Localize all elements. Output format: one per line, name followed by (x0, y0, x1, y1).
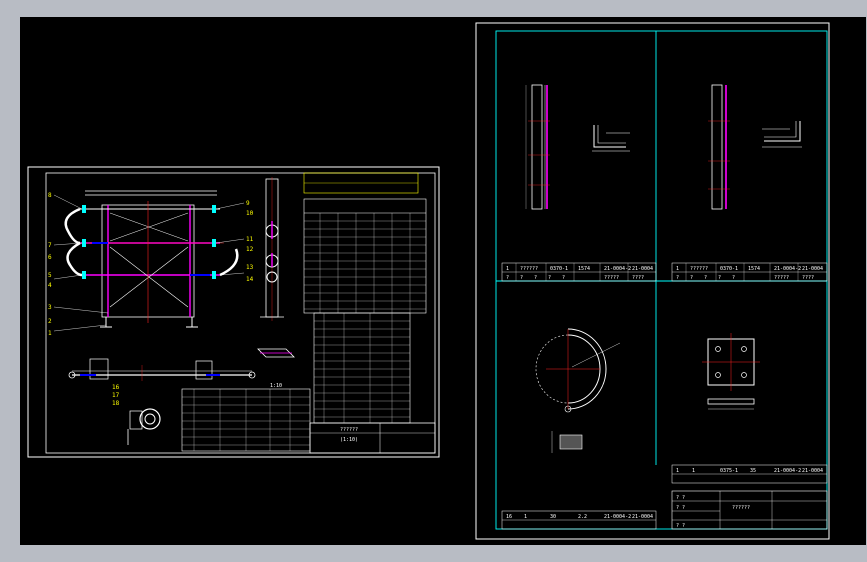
svg-text:21-0004: 21-0004 (632, 266, 653, 272)
svg-text:21-0004-2: 21-0004-2 (604, 266, 631, 272)
right-title-block: 1 1 0375-1 35 21-0004-2 21-0004 ?????? ?… (501, 464, 828, 530)
svg-text:????: ???? (632, 275, 644, 281)
svg-text:10: 10 (246, 210, 254, 217)
svg-text:21-0004: 21-0004 (802, 266, 823, 272)
svg-text:? ?: ? ? (676, 505, 685, 511)
svg-text:0370-1: 0370-1 (550, 266, 568, 272)
svg-text:21-0004-2: 21-0004-2 (604, 514, 631, 520)
svg-text:1: 1 (692, 468, 695, 474)
cad-viewport[interactable]: 8 7 6 5 4 3 2 1 9 10 11 12 13 14 16 17 1… (20, 17, 866, 545)
svg-text:?: ? (718, 275, 721, 281)
svg-text:1: 1 (676, 468, 679, 474)
svg-text:1: 1 (524, 514, 527, 520)
drawing-canvas: 8 7 6 5 4 3 2 1 9 10 11 12 13 14 16 17 1… (27, 22, 830, 540)
svg-text:14: 14 (246, 276, 254, 283)
svg-text:??????: ?????? (520, 266, 538, 272)
part-u-bend (535, 328, 621, 453)
svg-text:????: ???? (802, 275, 814, 281)
svg-text:1: 1 (48, 330, 52, 337)
svg-text:? ?: ? ? (676, 495, 685, 501)
svg-text:? ?: ? ? (676, 523, 685, 529)
part-column-left (525, 84, 630, 210)
svg-text:18: 18 (112, 400, 120, 407)
part-column-right (708, 84, 802, 210)
svg-text:16: 16 (112, 384, 120, 391)
technical-spec-table (303, 172, 427, 314)
svg-text:?: ? (506, 275, 509, 281)
svg-text:?: ? (548, 275, 551, 281)
left-sheet: 8 7 6 5 4 3 2 1 9 10 11 12 13 14 16 17 1… (27, 166, 440, 458)
svg-text:1574: 1574 (748, 266, 760, 272)
svg-text:2: 2 (48, 318, 52, 325)
svg-text:8: 8 (48, 192, 52, 199)
svg-text:5: 5 (48, 272, 52, 279)
svg-text:??????: ?????? (690, 266, 708, 272)
svg-text:30: 30 (550, 514, 556, 520)
svg-text:?: ? (732, 275, 735, 281)
svg-text:21-0004: 21-0004 (802, 468, 823, 474)
left-sheet-outer-frame (27, 166, 440, 458)
svg-text:4: 4 (48, 282, 52, 289)
upper-part-title-rows: 1 ?????? 0370-1 1574 21-0004-2 21-0004 1… (501, 262, 828, 282)
svg-text:9: 9 (246, 200, 250, 207)
svg-text:2.2: 2.2 (578, 514, 587, 520)
svg-text:12: 12 (246, 246, 254, 253)
assembly-leader-numbers: 8 7 6 5 4 3 2 1 9 10 11 12 13 14 (48, 192, 254, 337)
svg-text:35: 35 (750, 468, 756, 474)
svg-text:0370-1: 0370-1 (720, 266, 738, 272)
assembly-front-view (53, 190, 245, 332)
svg-text:?????: ????? (774, 275, 789, 281)
svg-text:?: ? (690, 275, 693, 281)
assembly-plan-view (68, 358, 256, 381)
svg-text:6: 6 (48, 254, 52, 261)
svg-text:13: 13 (246, 264, 254, 271)
right-title-drawing-name: ?????? (732, 505, 750, 511)
svg-text:11: 11 (246, 236, 254, 243)
svg-text:1: 1 (676, 266, 679, 272)
svg-text:17: 17 (112, 392, 120, 399)
svg-text:?: ? (520, 275, 523, 281)
part-base-plate (702, 333, 760, 410)
svg-text:?: ? (534, 275, 537, 281)
svg-text:7: 7 (48, 242, 52, 249)
weld-detail: 1:10 (257, 348, 295, 389)
svg-text:?????: ????? (604, 275, 619, 281)
svg-text:3: 3 (48, 304, 52, 311)
left-title-scale: (1:10) (340, 437, 358, 443)
parts-list-table (181, 312, 411, 452)
assembly-detail-view: 16 17 18 (112, 384, 161, 445)
assembly-side-view (260, 177, 284, 321)
svg-text:21-0004-2: 21-0004-2 (774, 468, 801, 474)
svg-text:1574: 1574 (578, 266, 590, 272)
svg-text:?: ? (704, 275, 707, 281)
left-title-drawing-name: ?????? (340, 427, 358, 433)
svg-text:1:10: 1:10 (270, 383, 282, 389)
svg-text:1: 1 (506, 266, 509, 272)
left-title-block: ?????? (1:10) (309, 422, 436, 454)
svg-text:?: ? (562, 275, 565, 281)
svg-text:21-0004: 21-0004 (632, 514, 653, 520)
right-sheet: 1 ?????? 0370-1 1574 21-0004-2 21-0004 1… (475, 22, 830, 540)
svg-text:21-0004-2: 21-0004-2 (774, 266, 801, 272)
svg-text:16: 16 (506, 514, 512, 520)
svg-text:0375-1: 0375-1 (720, 468, 738, 474)
svg-text:?: ? (676, 275, 679, 281)
